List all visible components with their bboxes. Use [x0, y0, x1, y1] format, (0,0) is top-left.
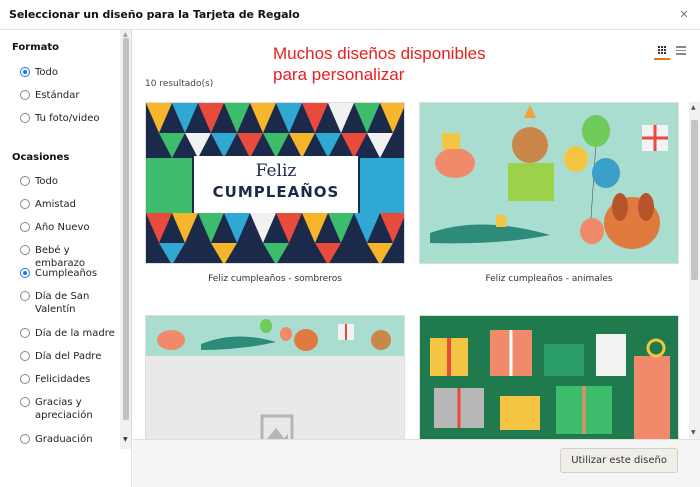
scroll-up-icon[interactable]: ▲	[691, 104, 696, 111]
radio-icon[interactable]	[20, 113, 30, 123]
occasion-option-ano-nuevo[interactable]: Año Nuevo	[20, 221, 115, 234]
radio-checked-icon[interactable]	[20, 268, 30, 278]
design-card-4[interactable]	[419, 315, 679, 439]
design-caption: Feliz cumpleaños - sombreros	[208, 274, 342, 284]
radio-label: Día del Padre	[35, 351, 102, 362]
radio-icon[interactable]	[20, 199, 30, 209]
occasion-option-amistad[interactable]: Amistad	[20, 198, 115, 211]
design-card-sombreros[interactable]: Feliz CUMPLEAÑOS Feliz cumpleaños - somb…	[145, 102, 405, 284]
radio-icon[interactable]	[20, 351, 30, 361]
radio-label: Todo	[35, 67, 58, 78]
dialog-footer: Utilizar este diseño	[133, 439, 700, 487]
radio-label: Día de la madre	[35, 328, 115, 339]
design-thumbnail[interactable]	[145, 315, 405, 439]
card-title-big: CUMPLEAÑOS	[212, 183, 340, 201]
occasion-option-gracias[interactable]: Gracias y apreciación	[20, 396, 105, 422]
occasion-option-felicidades[interactable]: Felicidades	[20, 373, 115, 386]
design-caption: Feliz cumpleaños - animales	[485, 274, 613, 284]
radio-icon[interactable]	[20, 291, 30, 301]
format-title: Formato	[12, 42, 60, 53]
use-design-button[interactable]: Utilizar este diseño	[560, 448, 678, 473]
format-option-estandar[interactable]: Estándar	[20, 89, 115, 102]
format-option-todo[interactable]: Todo	[20, 66, 115, 79]
dialog-title: Seleccionar un diseño para la Tarjeta de…	[9, 8, 300, 21]
sidebar-scrollbar[interactable]: ▲ ▼	[120, 30, 131, 449]
radio-label: Estándar	[35, 90, 80, 101]
occasions-title: Ocasiones	[12, 152, 70, 163]
occasion-option-graduacion[interactable]: Graduación	[20, 433, 115, 446]
format-option-foto-video[interactable]: Tu foto/video	[20, 112, 115, 125]
radio-icon[interactable]	[20, 222, 30, 232]
presents-illustration	[420, 316, 678, 439]
radio-label: Tu foto/video	[35, 113, 100, 124]
close-icon[interactable]: ✕	[676, 7, 692, 23]
radio-label: Todo	[35, 176, 58, 187]
dialog-header: Seleccionar un diseño para la Tarjeta de…	[0, 0, 700, 30]
designs-scrollbar[interactable]: ▲ ▼	[689, 102, 700, 439]
designs-scroll-thumb[interactable]	[691, 120, 698, 280]
card-title-small: Feliz	[255, 161, 297, 181]
radio-label: Amistad	[35, 199, 76, 210]
radio-icon[interactable]	[20, 434, 30, 444]
occasion-option-san-valentin[interactable]: Día de San Valentín	[20, 290, 105, 316]
designs-panel: Muchos diseños disponibles para personal…	[133, 30, 700, 439]
occasion-option-cumpleanos[interactable]: Cumpleaños	[20, 267, 115, 280]
design-card-3[interactable]	[145, 315, 405, 439]
design-dialog: Seleccionar un diseño para la Tarjeta de…	[0, 0, 700, 487]
radio-label: Cumpleaños	[35, 268, 98, 279]
promo-annotation: Muchos diseños disponibles para personal…	[273, 43, 533, 85]
radio-icon[interactable]	[20, 245, 30, 255]
radio-label: Gracias y apreciación	[35, 397, 93, 421]
radio-icon[interactable]	[20, 374, 30, 384]
annotation-line-1: Muchos diseños disponibles	[273, 44, 486, 63]
scroll-down-icon[interactable]: ▼	[691, 429, 696, 436]
sidebar-scroll-thumb[interactable]	[123, 38, 129, 420]
occasion-option-dia-madre[interactable]: Día de la madre	[20, 327, 115, 340]
design-thumbnail[interactable]: Feliz CUMPLEAÑOS	[145, 102, 405, 264]
scroll-down-icon[interactable]: ▼	[123, 436, 128, 443]
annotation-line-2: para personalizar	[273, 65, 405, 84]
occasion-option-todo[interactable]: Todo	[20, 175, 115, 188]
design-card-animales[interactable]: Feliz cumpleaños - animales	[419, 102, 679, 284]
grid-view-icon[interactable]	[654, 44, 670, 60]
radio-label: Graduación	[35, 434, 93, 445]
list-view-icon[interactable]	[676, 46, 686, 56]
filter-sidebar: Formato Todo Estándar Tu foto/video Ocas…	[0, 30, 132, 487]
animals-strip-image	[146, 316, 404, 439]
radio-label: Felicidades	[35, 374, 91, 385]
radio-checked-icon[interactable]	[20, 67, 30, 77]
design-thumbnail[interactable]	[419, 315, 679, 439]
results-count: 10 resultado(s)	[145, 79, 214, 89]
animals-illustration	[420, 103, 678, 263]
design-thumbnail[interactable]	[419, 102, 679, 264]
radio-icon[interactable]	[20, 176, 30, 186]
radio-icon[interactable]	[20, 328, 30, 338]
radio-label: Año Nuevo	[35, 222, 90, 233]
occasion-option-dia-padre[interactable]: Día del Padre	[20, 350, 115, 363]
radio-icon[interactable]	[20, 397, 30, 407]
scroll-up-icon[interactable]: ▲	[123, 31, 128, 38]
radio-label: Día de San Valentín	[35, 291, 90, 315]
radio-icon[interactable]	[20, 90, 30, 100]
